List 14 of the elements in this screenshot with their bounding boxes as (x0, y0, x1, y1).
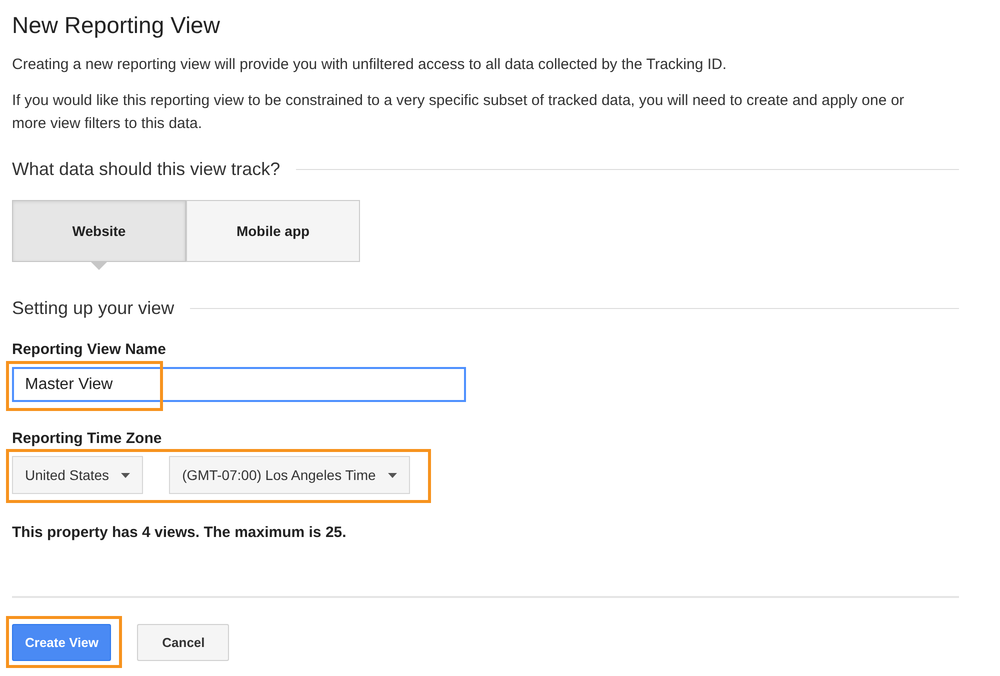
dropdown[interactable]: (GMT-07:00) Los Angeles Time (169, 456, 410, 494)
view-count-note: This property has 4 views. The maximum is 25. (12, 524, 348, 541)
tab[interactable]: Mobile app (186, 200, 360, 262)
section-heading: Setting up your view (12, 298, 174, 319)
cancel-button[interactable]: Cancel (137, 624, 230, 661)
description: Creating a new reporting view will provide you with unfiltered access to all data collected by the Tracking ID. (12, 55, 728, 75)
view-name-field[interactable]: Master View (12, 367, 466, 402)
page-title: New Reporting View (12, 12, 221, 39)
field-label: Reporting View Name (12, 341, 166, 358)
dropdown[interactable]: United States (12, 456, 144, 494)
description: If you would like this reporting view to be constrained to a very specific subset of tracked data, you will need to create and apply one or more view filters to this data. (12, 91, 906, 134)
field-label: Reporting Time Zone (12, 430, 162, 447)
tab[interactable]: Website (12, 200, 186, 262)
section-heading: What data should this view track? (12, 159, 280, 180)
